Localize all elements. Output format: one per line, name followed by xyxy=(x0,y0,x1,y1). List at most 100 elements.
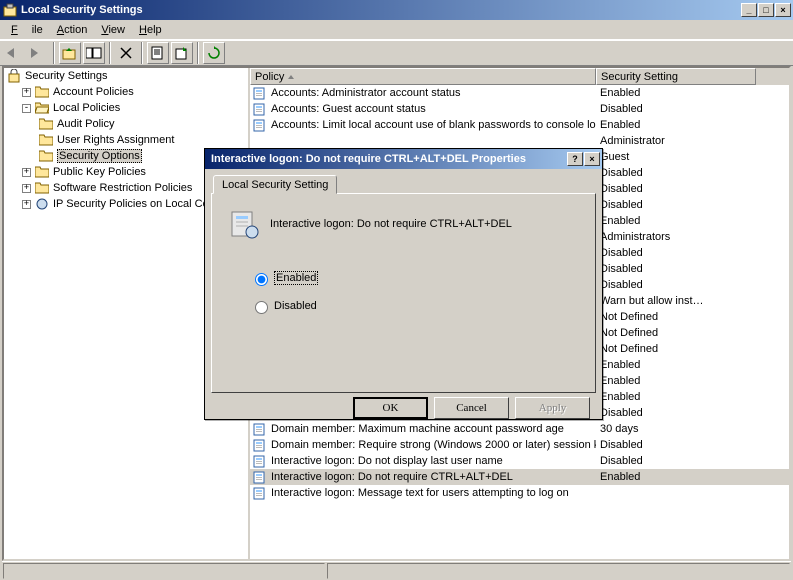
tree-audit-policy[interactable]: Audit Policy xyxy=(4,116,248,132)
folder-icon xyxy=(38,116,54,132)
policy-text: Accounts: Guest account status xyxy=(271,103,426,115)
policy-icon xyxy=(252,437,268,453)
policy-icon xyxy=(252,101,268,117)
folder-icon xyxy=(38,132,54,148)
export-button[interactable] xyxy=(171,42,193,64)
setting-text: Not Defined xyxy=(596,327,756,339)
menu-help[interactable]: Help xyxy=(132,22,169,38)
folder-open-icon xyxy=(34,100,50,116)
radio-enabled[interactable]: Enabled xyxy=(250,270,585,286)
tree-root[interactable]: Security Settings xyxy=(4,68,248,84)
menu-action[interactable]: Action xyxy=(50,22,95,38)
setting-text: Enabled xyxy=(596,391,756,403)
tree-local-policies[interactable]: - Local Policies xyxy=(4,100,248,116)
apply-button: Apply xyxy=(515,397,590,419)
toolbar-divider xyxy=(197,42,199,64)
app-icon xyxy=(2,2,18,18)
menu-bar: File Action View Help xyxy=(0,20,793,40)
expand-icon[interactable]: + xyxy=(22,184,31,193)
collapse-icon[interactable]: - xyxy=(22,104,31,113)
tab-local-security-setting[interactable]: Local Security Setting xyxy=(213,175,337,194)
status-bar xyxy=(2,561,791,580)
show-hide-tree-button[interactable] xyxy=(83,42,105,64)
list-row[interactable]: Accounts: Limit local account use of bla… xyxy=(250,117,789,133)
properties-button[interactable] xyxy=(147,42,169,64)
policy-text: Interactive logon: Do not display last u… xyxy=(271,455,503,467)
policy-text: Accounts: Administrator account status xyxy=(271,87,461,99)
tab-page: Interactive logon: Do not require CTRL+A… xyxy=(211,193,596,393)
folder-icon xyxy=(34,84,50,100)
setting-text: Enabled xyxy=(596,215,756,227)
list-row[interactable]: Interactive logon: Do not require CTRL+A… xyxy=(250,469,789,485)
column-policy[interactable]: Policy xyxy=(250,68,596,85)
delete-button[interactable] xyxy=(115,42,137,64)
policy-icon xyxy=(252,469,268,485)
dialog-close-button[interactable]: × xyxy=(584,152,600,166)
folder-icon xyxy=(38,148,54,164)
dialog-policy-name: Interactive logon: Do not require CTRL+A… xyxy=(270,218,512,230)
setting-text: Not Defined xyxy=(596,343,756,355)
radio-enabled-input[interactable] xyxy=(255,273,268,286)
setting-text: Disabled xyxy=(596,247,756,259)
properties-dialog: Interactive logon: Do not require CTRL+A… xyxy=(204,148,603,420)
setting-text: Guest xyxy=(596,151,756,163)
column-setting[interactable]: Security Setting xyxy=(596,68,756,85)
list-row[interactable]: Administrator xyxy=(250,133,789,149)
policy-icon xyxy=(34,196,50,212)
dialog-titlebar[interactable]: Interactive logon: Do not require CTRL+A… xyxy=(205,149,602,169)
list-header: Policy Security Setting xyxy=(250,68,789,85)
toolbar xyxy=(0,40,793,66)
back-button[interactable] xyxy=(3,42,25,64)
refresh-button[interactable] xyxy=(203,42,225,64)
toolbar-divider xyxy=(141,42,143,64)
setting-text: Administrators xyxy=(596,231,756,243)
help-button[interactable]: ? xyxy=(567,152,583,166)
window-titlebar: Local Security Settings _ □ × xyxy=(0,0,793,20)
policy-large-icon xyxy=(228,208,260,240)
radio-disabled-input[interactable] xyxy=(255,301,268,314)
setting-text: Disabled xyxy=(596,279,756,291)
list-row[interactable]: Domain member: Require strong (Windows 2… xyxy=(250,437,789,453)
security-icon xyxy=(6,68,22,84)
setting-text: Enabled xyxy=(596,375,756,387)
list-row[interactable]: Accounts: Administrator account statusEn… xyxy=(250,85,789,101)
policy-icon xyxy=(252,485,268,501)
menu-file[interactable]: File xyxy=(4,22,50,38)
status-pane xyxy=(327,563,790,579)
setting-text: Enabled xyxy=(596,359,756,371)
list-row[interactable]: Interactive logon: Do not display last u… xyxy=(250,453,789,469)
setting-text: Disabled xyxy=(596,455,756,467)
policy-text: Accounts: Limit local account use of bla… xyxy=(271,119,596,131)
radio-disabled[interactable]: Disabled xyxy=(250,298,585,314)
up-button[interactable] xyxy=(59,42,81,64)
policy-text: Domain member: Require strong (Windows 2… xyxy=(271,439,596,451)
setting-text: Enabled xyxy=(596,119,756,131)
setting-text: Disabled xyxy=(596,199,756,211)
window-title: Local Security Settings xyxy=(21,4,741,16)
expand-icon[interactable]: + xyxy=(22,168,31,177)
forward-button[interactable] xyxy=(27,42,49,64)
tree-user-rights[interactable]: User Rights Assignment xyxy=(4,132,248,148)
minimize-button[interactable]: _ xyxy=(741,3,757,17)
ok-button[interactable]: OK xyxy=(353,397,428,419)
status-pane xyxy=(3,563,325,579)
setting-text: Enabled xyxy=(596,471,756,483)
setting-text: Disabled xyxy=(596,407,756,419)
tree-account-policies[interactable]: + Account Policies xyxy=(4,84,248,100)
list-row[interactable]: Interactive logon: Message text for user… xyxy=(250,485,789,501)
menu-view[interactable]: View xyxy=(94,22,132,38)
setting-text: Warn but allow inst… xyxy=(596,295,756,307)
setting-text: Administrator xyxy=(596,135,756,147)
setting-text: Disabled xyxy=(596,103,756,115)
toolbar-divider xyxy=(53,42,55,64)
policy-icon xyxy=(252,117,268,133)
expand-icon[interactable]: + xyxy=(22,88,31,97)
close-button[interactable]: × xyxy=(775,3,791,17)
setting-text: Disabled xyxy=(596,183,756,195)
policy-icon xyxy=(252,85,268,101)
expand-icon[interactable]: + xyxy=(22,200,31,209)
cancel-button[interactable]: Cancel xyxy=(434,397,509,419)
list-row[interactable]: Accounts: Guest account status Disabled xyxy=(250,101,789,117)
maximize-button[interactable]: □ xyxy=(758,3,774,17)
setting-text: Disabled xyxy=(596,439,756,451)
